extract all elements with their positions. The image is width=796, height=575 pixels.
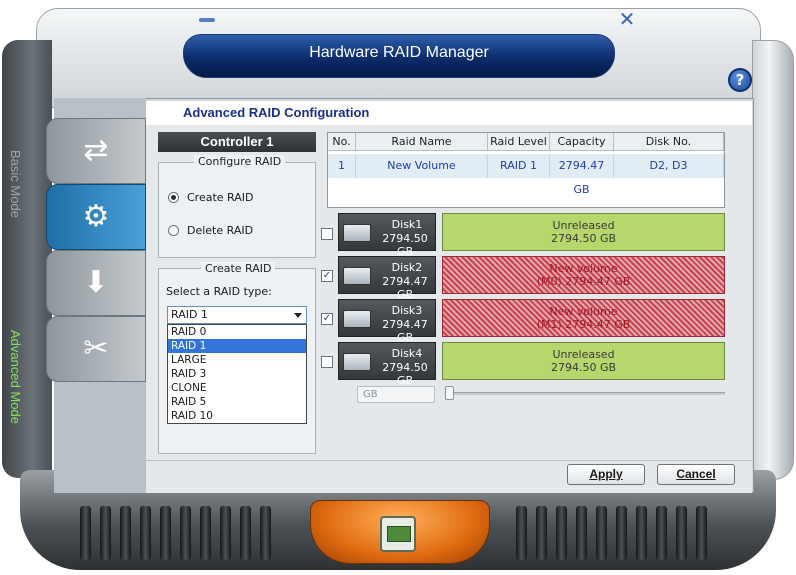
table-header: Capacity — [550, 133, 614, 151]
raid-option[interactable]: RAID 5 — [168, 395, 306, 409]
window-title: Hardware RAID Manager — [309, 44, 489, 61]
disk-icon — [343, 353, 371, 371]
disk1-card[interactable]: Disk1 2794.50 GB — [338, 213, 436, 258]
table-cell[interactable]: 2794.47 GB — [550, 154, 614, 196]
raid-option[interactable]: CLONE — [168, 381, 306, 395]
controller-label: Controller 1 — [158, 132, 316, 152]
close-icon[interactable]: ✕ — [616, 9, 638, 29]
table-header: Raid Level — [488, 133, 550, 151]
table-cell[interactable]: RAID 1 — [488, 154, 550, 178]
basic-mode-tab[interactable]: Basic Mode — [8, 150, 23, 218]
tab-tools[interactable]: ✂ — [46, 316, 146, 382]
network-tab-icon: ⇄ — [83, 133, 109, 168]
table-cell[interactable]: D2, D3 — [614, 154, 724, 178]
apply-button[interactable]: Apply — [567, 464, 645, 485]
disk-status-size: (M1) 2794.47 GB — [536, 318, 631, 331]
app-window: Hardware RAID Manager ✕ ? Basic Mode Adv… — [0, 0, 796, 575]
raid-tab-icon: ⚙ — [82, 199, 110, 234]
table-header: Disk No. — [614, 133, 724, 151]
disk-icon — [343, 267, 371, 285]
disk-icon — [343, 310, 371, 328]
disk-status: New volume — [549, 305, 618, 318]
table-cell[interactable]: New Volume — [356, 154, 488, 178]
disk-size: 2794.47 GB — [382, 275, 428, 301]
capacity-slider-track[interactable] — [447, 392, 725, 395]
disk-status-size: (M0) 2794.47 GB — [536, 275, 631, 288]
disk4-card[interactable]: Disk4 2794.50 GB — [338, 342, 436, 387]
disk3-card[interactable]: Disk3 2794.47 GB — [338, 299, 436, 344]
disk-size: 2794.50 GB — [382, 361, 428, 387]
disk1-status-bar[interactable]: Unreleased 2794.50 GB — [442, 213, 725, 251]
tab-network[interactable]: ⇄ — [46, 118, 146, 184]
disk-name: Disk1 — [391, 218, 423, 231]
delete-raid-label: Delete RAID — [187, 224, 254, 237]
configure-raid-title: Configure RAID — [194, 155, 286, 168]
create-raid-title: Create RAID — [201, 262, 276, 275]
speaker-grille-right — [506, 506, 716, 560]
raid-option-selected[interactable]: RAID 1 — [168, 339, 306, 353]
disk-status-size: 2794.50 GB — [550, 232, 617, 245]
disk-icon — [343, 224, 371, 242]
capacity-slider-thumb[interactable] — [445, 386, 454, 400]
disk-status: Unreleased — [552, 219, 615, 232]
cancel-button[interactable]: Cancel — [657, 464, 735, 485]
device-status-icon — [380, 516, 416, 552]
disk-name: Disk2 — [391, 261, 423, 274]
raid-option[interactable]: LARGE — [168, 353, 306, 367]
window-right-shell — [752, 40, 794, 480]
speaker-grille-left — [80, 506, 290, 560]
advanced-mode-tab[interactable]: Advanced Mode — [8, 330, 23, 424]
table-cell[interactable]: 1 — [328, 154, 356, 178]
tab-raid-config[interactable]: ⚙ — [46, 184, 146, 250]
disk-status: Unreleased — [552, 348, 615, 361]
configure-raid-group — [158, 162, 316, 258]
radio-button-on[interactable] — [168, 192, 179, 203]
radio-button-off[interactable] — [168, 225, 179, 236]
create-raid-label: Create RAID — [187, 191, 254, 204]
tab-download[interactable]: ⬇ — [46, 250, 146, 316]
table-header: No. — [328, 133, 356, 151]
dropdown-arrow-icon — [294, 313, 302, 318]
raid-type-select[interactable]: RAID 1 — [167, 306, 307, 324]
raid-type-dropdown: RAID 0 RAID 1 LARGE RAID 3 CLONE RAID 5 … — [167, 324, 307, 424]
capacity-unit: GB — [363, 389, 378, 400]
disk-name: Disk4 — [391, 347, 423, 360]
minimize-icon[interactable] — [196, 12, 218, 26]
disk-status: New volume — [549, 262, 618, 275]
capacity-input[interactable]: GB — [357, 386, 435, 403]
table-header: Raid Name — [356, 133, 488, 151]
raid-type-selected: RAID 1 — [171, 308, 208, 321]
delete-raid-radio[interactable]: Delete RAID — [168, 224, 253, 237]
create-raid-radio[interactable]: Create RAID — [168, 191, 253, 204]
disk-status-size: 2794.50 GB — [550, 361, 617, 374]
disk2-checkbox[interactable]: ✓ — [321, 270, 333, 282]
raid-type-prompt: Select a RAID type: — [166, 285, 272, 298]
disk2-status-bar[interactable]: New volume (M0) 2794.47 GB — [442, 256, 725, 294]
disk-name: Disk3 — [391, 304, 423, 317]
disk4-checkbox[interactable] — [321, 356, 333, 368]
page-title: Advanced RAID Configuration — [183, 105, 370, 120]
disk3-status-bar[interactable]: New volume (M1) 2794.47 GB — [442, 299, 725, 337]
disk4-status-bar[interactable]: Unreleased 2794.50 GB — [442, 342, 725, 380]
disk3-checkbox[interactable]: ✓ — [321, 313, 333, 325]
help-icon[interactable]: ? — [728, 68, 752, 92]
footer-divider — [146, 460, 752, 461]
download-tab-icon: ⬇ — [83, 265, 109, 300]
raid-option[interactable]: RAID 3 — [168, 367, 306, 381]
disk1-checkbox[interactable] — [321, 228, 333, 240]
raid-option[interactable]: RAID 10 — [168, 409, 306, 423]
disk2-card[interactable]: Disk2 2794.47 GB — [338, 256, 436, 301]
disk-size: 2794.50 GB — [382, 232, 428, 258]
disk-size: 2794.47 GB — [382, 318, 428, 344]
raid-option[interactable]: RAID 0 — [168, 325, 306, 339]
tools-tab-icon: ✂ — [83, 331, 109, 366]
